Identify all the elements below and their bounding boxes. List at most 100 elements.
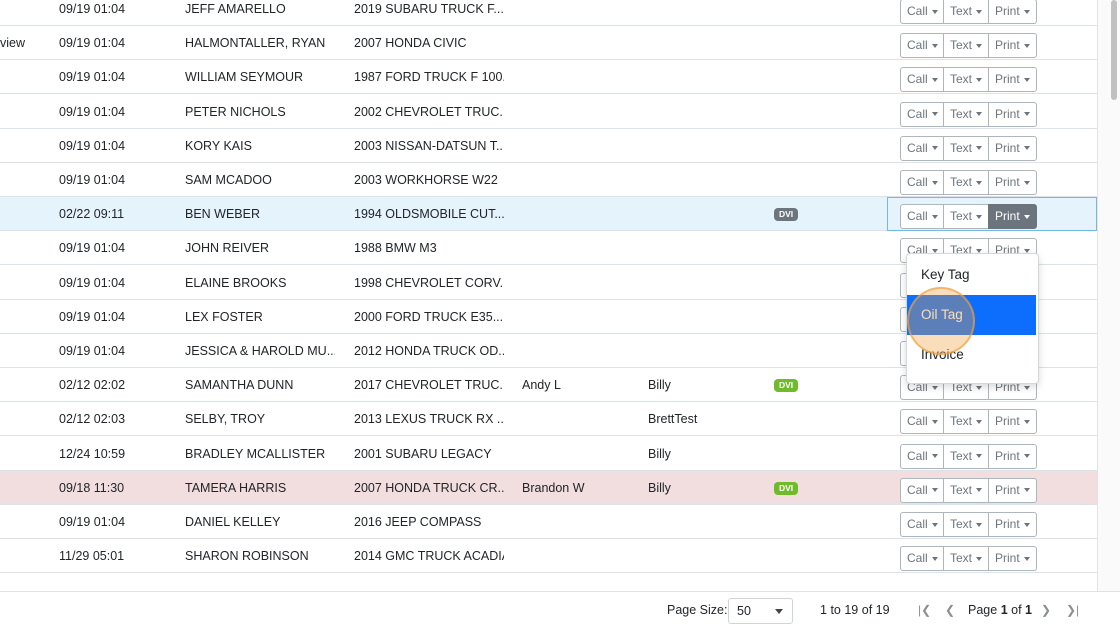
text-button[interactable]: Text xyxy=(943,546,989,572)
print-button-label: Print xyxy=(995,72,1020,87)
call-button[interactable]: Call xyxy=(900,33,944,59)
table-row[interactable]: 09/19 01:04 KORY KAIS 2003 NISSAN-DATSUN T… xyxy=(0,129,1097,163)
text-button[interactable]: Text xyxy=(943,477,989,503)
text-button-label: Text xyxy=(950,551,973,566)
text-button[interactable]: Text xyxy=(943,33,989,59)
text-button-label: Text xyxy=(950,72,973,87)
caret-down-icon xyxy=(931,522,938,527)
first-page-icon[interactable]: |❮ xyxy=(918,592,931,628)
print-button[interactable]: Print xyxy=(988,409,1037,435)
last-page-icon[interactable]: ❯| xyxy=(1066,592,1079,628)
row-date: 09/19 01:04 xyxy=(59,70,126,85)
caret-down-icon xyxy=(1023,488,1030,493)
call-button[interactable]: Call xyxy=(900,135,944,161)
call-button[interactable]: Call xyxy=(900,204,944,230)
row-vehicle: 1987 FORD TRUCK F 100... xyxy=(354,70,504,85)
caret-down-icon xyxy=(1023,112,1030,117)
text-button[interactable]: Text xyxy=(943,170,989,195)
table-row[interactable]: 12/24 10:59 BRADLEY MCALLISTER 2001 SUBARU… xyxy=(0,437,1097,471)
row-advisor: BrettTest xyxy=(648,412,698,427)
text-button[interactable]: Text xyxy=(943,443,989,469)
page-indicator: Page 1 of 1 xyxy=(968,592,1032,628)
print-button[interactable]: Print xyxy=(988,0,1037,24)
text-button-label: Text xyxy=(950,482,973,497)
print-button[interactable]: Print xyxy=(988,170,1037,195)
call-button[interactable]: Call xyxy=(900,546,944,572)
table-row[interactable]: 09/19 01:04 PETER NICHOLS 2002 CHEVROLET T… xyxy=(0,95,1097,129)
text-button[interactable]: Text xyxy=(943,0,989,24)
previous-page-icon[interactable]: ❮ xyxy=(945,592,955,628)
table-row[interactable]: 02/12 02:03 SELBY, TROY 2013 LEXUS TRUCK R… xyxy=(0,402,1097,437)
text-button[interactable]: Text xyxy=(943,101,989,127)
row-advisor xyxy=(648,539,758,573)
table-row[interactable]: view 09/19 01:04 HALMONTALLER, RYAN 2007 HO… xyxy=(0,26,1097,61)
print-button[interactable]: Print xyxy=(988,477,1037,503)
row-status xyxy=(0,95,40,129)
text-button[interactable]: Text xyxy=(943,67,989,93)
vertical-scrollbar[interactable] xyxy=(1097,0,1120,591)
call-button[interactable]: Call xyxy=(900,443,944,469)
table-row[interactable]: 09/18 11:30 TAMERA HARRIS 2007 HONDA TRUCK… xyxy=(0,470,1097,505)
row-customer: JOHN REIVER xyxy=(185,241,270,256)
print-button[interactable]: Print xyxy=(988,204,1037,230)
row-technician xyxy=(522,197,632,231)
caret-down-icon xyxy=(1023,419,1030,424)
table-row[interactable]: 09/19 01:04 JEFF AMARELLO 2019 SUBARU TRUC… xyxy=(0,0,1097,26)
page-size-label: Page Size: xyxy=(667,603,728,617)
caret-down-icon xyxy=(931,77,938,82)
table-row[interactable]: 11/29 05:01 SHARON ROBINSON 2014 GMC TRUCK… xyxy=(0,539,1097,574)
caret-down-icon xyxy=(1023,146,1030,151)
call-button[interactable]: Call xyxy=(900,170,944,195)
print-button-label: Print xyxy=(995,414,1020,429)
text-button[interactable]: Text xyxy=(943,512,989,537)
row-date: 02/12 02:02 xyxy=(59,378,126,393)
call-button[interactable]: Call xyxy=(900,0,944,24)
text-button[interactable]: Text xyxy=(943,409,989,435)
table-row[interactable]: 02/22 09:11 BEN WEBER 1994 OLDSMOBILE CUT.… xyxy=(0,197,1097,232)
table-row[interactable]: 09/19 01:04 WILLIAM SEYMOUR 1987 FORD TRUC… xyxy=(0,60,1097,95)
call-button[interactable]: Call xyxy=(900,409,944,435)
page-size-select[interactable]: 50 xyxy=(728,598,793,624)
row-advisor xyxy=(648,26,758,60)
text-button-label: Text xyxy=(950,448,973,463)
row-customer: PETER NICHOLS xyxy=(185,104,286,119)
row-technician xyxy=(522,539,632,573)
row-advisor xyxy=(648,197,758,231)
scrollbar-thumb[interactable] xyxy=(1111,0,1117,100)
print-button[interactable]: Print xyxy=(988,33,1037,59)
caret-down-icon xyxy=(976,419,983,424)
row-customer: ELAINE BROOKS xyxy=(185,275,287,290)
print-button-label: Print xyxy=(995,175,1020,189)
row-actions: Call Text Print xyxy=(900,443,1037,469)
print-button[interactable]: Print xyxy=(988,512,1037,537)
page-size-value: 50 xyxy=(737,604,751,618)
next-page-icon[interactable]: ❯ xyxy=(1041,592,1051,628)
row-customer: BRADLEY MCALLISTER xyxy=(185,446,326,461)
row-status xyxy=(0,402,40,436)
print-button-label: Print xyxy=(995,38,1020,53)
text-button[interactable]: Text xyxy=(943,135,989,161)
call-button[interactable]: Call xyxy=(900,477,944,503)
range-to: 19 xyxy=(844,603,859,617)
page-current: 1 xyxy=(1000,603,1008,617)
table-row[interactable]: 09/19 01:04 SAM MCADOO 2003 WORKHORSE W22 C… xyxy=(0,163,1097,197)
print-button[interactable]: Print xyxy=(988,135,1037,161)
dvi-badge[interactable]: DVI xyxy=(774,481,799,495)
call-button[interactable]: Call xyxy=(900,101,944,127)
dvi-badge[interactable]: DVI xyxy=(774,379,799,393)
call-button[interactable]: Call xyxy=(900,512,944,537)
print-button[interactable]: Print xyxy=(988,101,1037,127)
call-button-label: Call xyxy=(907,140,928,155)
row-customer: WILLIAM SEYMOUR xyxy=(185,70,304,85)
table-row[interactable]: 09/19 01:04 DANIEL KELLEY 2016 JEEP COMPAS… xyxy=(0,505,1097,539)
print-button[interactable]: Print xyxy=(988,67,1037,93)
print-button[interactable]: Print xyxy=(988,546,1037,572)
row-status xyxy=(0,231,40,265)
text-button[interactable]: Text xyxy=(943,204,989,230)
print-button[interactable]: Print xyxy=(988,443,1037,469)
call-button[interactable]: Call xyxy=(900,67,944,93)
row-actions: Call Text Print xyxy=(900,0,1037,24)
page-word: Page xyxy=(968,603,998,617)
dvi-badge[interactable]: DVI xyxy=(774,208,799,222)
row-advisor xyxy=(648,95,758,129)
